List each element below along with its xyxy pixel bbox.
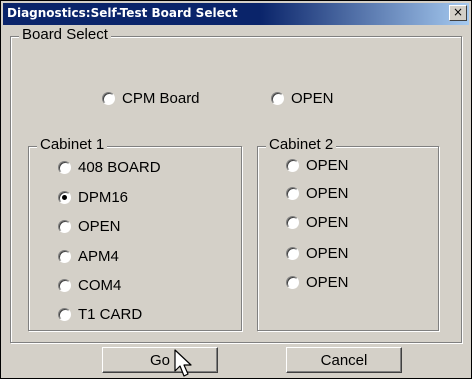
radio-label: OPEN — [291, 90, 334, 107]
radio-label: OPEN — [78, 218, 121, 235]
radio-cabinet1-com4[interactable]: COM4 — [58, 277, 121, 294]
radio-button-icon — [286, 247, 299, 260]
radio-button-icon — [286, 276, 299, 289]
radio-cabinet2-open-5[interactable]: OPEN — [286, 274, 349, 291]
radio-button-icon — [58, 279, 71, 292]
radio-button-icon — [271, 92, 284, 105]
go-button-label: Go — [149, 351, 170, 369]
radio-cabinet1-open[interactable]: OPEN — [58, 218, 121, 235]
cancel-button-label: Cancel — [320, 351, 368, 369]
radio-button-icon — [58, 161, 71, 174]
radio-button-icon — [286, 187, 299, 200]
radio-label: OPEN — [306, 185, 349, 202]
radio-cabinet2-open-4[interactable]: OPEN — [286, 245, 349, 262]
radio-cabinet1-apm4[interactable]: APM4 — [58, 248, 119, 265]
radio-label: OPEN — [306, 214, 349, 231]
radio-button-icon — [58, 191, 71, 204]
radio-label: COM4 — [78, 277, 122, 294]
dialog-window: Diagnostics:Self-Test Board Select × Boa… — [0, 0, 472, 379]
board-select-label: Board Select — [19, 26, 111, 43]
radio-button-icon — [58, 308, 71, 321]
mouse-pointer-icon — [174, 349, 192, 377]
radio-button-icon — [58, 250, 71, 263]
radio-button-icon — [102, 92, 115, 105]
radio-label: OPEN — [306, 274, 349, 291]
close-button[interactable]: × — [449, 5, 467, 21]
window-title: Diagnostics:Self-Test Board Select — [7, 6, 238, 20]
radio-cabinet1-t1-card[interactable]: T1 CARD — [58, 306, 142, 323]
title-bar[interactable]: Diagnostics:Self-Test Board Select × — [3, 3, 469, 25]
cabinet-1-label: Cabinet 1 — [37, 136, 108, 153]
radio-label: 408 BOARD — [78, 159, 161, 176]
radio-button-icon — [58, 220, 71, 233]
radio-cpm-board[interactable]: CPM Board — [102, 90, 200, 107]
radio-cabinet1-408-board[interactable]: 408 BOARD — [58, 159, 161, 176]
radio-cabinet2-open-2[interactable]: OPEN — [286, 185, 349, 202]
cabinet-2-label: Cabinet 2 — [266, 136, 337, 153]
radio-cabinet2-open-3[interactable]: OPEN — [286, 214, 349, 231]
cancel-button[interactable]: Cancel — [286, 347, 402, 373]
close-icon: × — [452, 5, 464, 19]
radio-label: OPEN — [306, 245, 349, 262]
radio-button-icon — [286, 216, 299, 229]
radio-label: T1 CARD — [78, 306, 143, 323]
radio-label: APM4 — [78, 248, 119, 265]
radio-cabinet2-open-1[interactable]: OPEN — [286, 157, 349, 174]
radio-label: CPM Board — [122, 90, 200, 107]
radio-button-icon — [286, 159, 299, 172]
radio-cabinet1-dpm16[interactable]: DPM16 — [58, 189, 128, 206]
go-button[interactable]: Go — [102, 347, 218, 373]
radio-label: DPM16 — [78, 189, 129, 206]
radio-label: OPEN — [306, 157, 349, 174]
radio-open-top[interactable]: OPEN — [271, 90, 334, 107]
